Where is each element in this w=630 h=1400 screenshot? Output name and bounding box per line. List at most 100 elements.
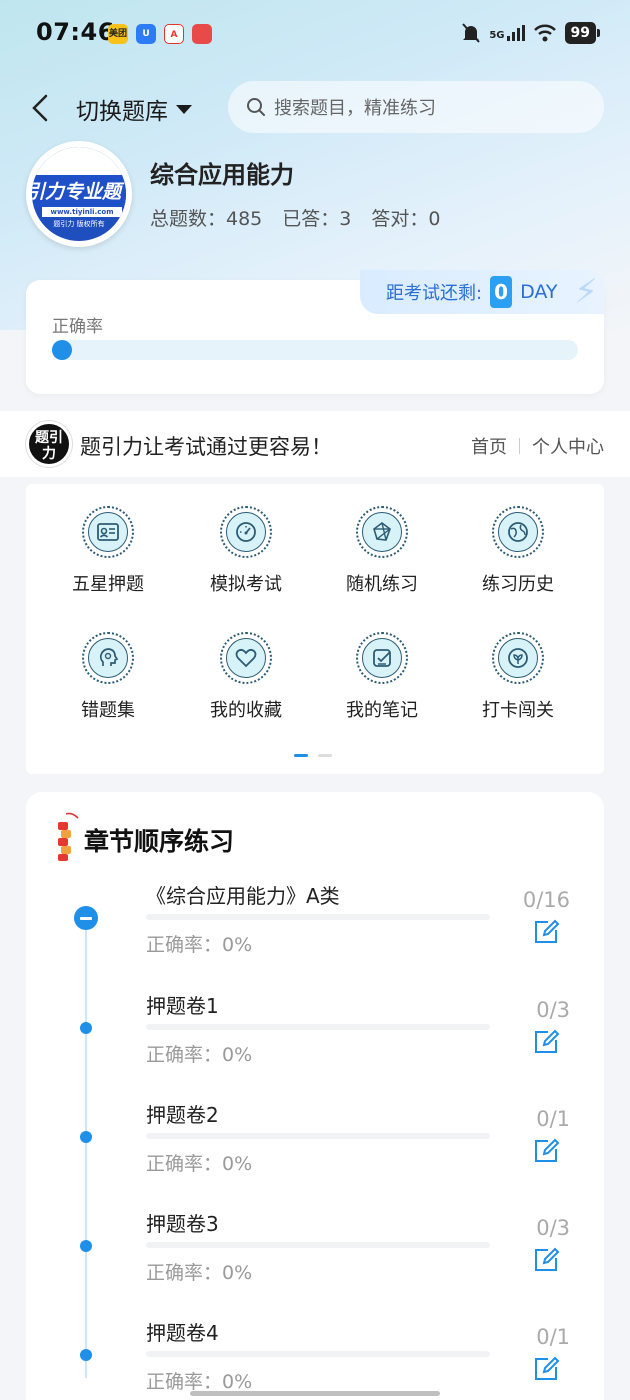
chapter-name: 押题卷1 — [146, 994, 219, 1018]
favorites-button[interactable]: 我的收藏 — [186, 632, 306, 722]
chapter-item[interactable]: 押题卷2 正确率：0% 0/1 — [26, 1095, 604, 1195]
timeline-dot — [80, 1131, 92, 1143]
chapter-item[interactable]: 押题卷4 正确率：0% 0/1 — [26, 1313, 604, 1400]
id-card-icon — [97, 523, 119, 541]
total-questions: 总题数：485 — [150, 208, 263, 230]
accuracy-progress-knob — [52, 340, 72, 360]
chapter-progress-bar — [146, 1242, 490, 1248]
correct-count: 答对：0 — [371, 208, 441, 230]
wrong-questions-label: 错题集 — [81, 700, 135, 721]
chapter-progress-bar — [146, 1133, 490, 1139]
wifi-icon — [533, 24, 556, 42]
lightning-icon: ⚡ — [574, 272, 598, 312]
notes-button[interactable]: 我的笔记 — [322, 632, 442, 722]
leaf-icon — [508, 648, 528, 668]
days-remaining: 0 — [490, 276, 513, 308]
chapter-accuracy: 正确率：0% — [146, 1371, 253, 1393]
practice-history-button[interactable]: 练习历史 — [458, 506, 578, 596]
chapter-name: 押题卷4 — [146, 1321, 219, 1345]
timeline-dot — [80, 1022, 92, 1034]
back-button[interactable] — [24, 88, 60, 128]
day-unit: DAY — [520, 281, 558, 303]
chapter-name: 押题卷3 — [146, 1212, 219, 1236]
favorites-label: 我的收藏 — [210, 700, 282, 721]
switch-bank-label: 切换题库 — [76, 99, 168, 125]
edit-icon[interactable] — [532, 918, 560, 946]
wrong-questions-button[interactable]: 错题集 — [48, 632, 168, 722]
practice-history-label: 练习历史 — [482, 574, 554, 595]
chapter-progress-bar — [146, 1351, 490, 1357]
edit-icon[interactable] — [532, 1355, 560, 1383]
mock-exam-label: 模拟考试 — [210, 574, 282, 595]
random-practice-label: 随机练习 — [346, 574, 418, 595]
exam-countdown-label: 距考试还剩: — [386, 283, 483, 304]
five-star-label: 五星押题 — [72, 574, 144, 595]
chapter-accuracy: 正确率：0% — [146, 1044, 253, 1066]
globe-icon — [508, 522, 528, 542]
slogan-bar: 题引力 题引力让考试通过更容易！ 首页 个人中心 — [0, 411, 630, 477]
mock-exam-button[interactable]: 模拟考试 — [186, 506, 306, 596]
slogan-text: 题引力让考试通过更容易！ — [80, 435, 332, 459]
search-icon — [247, 98, 265, 116]
home-link[interactable]: 首页 — [471, 433, 507, 459]
notes-label: 我的笔记 — [346, 700, 418, 721]
chapter-progress-bar — [146, 914, 490, 920]
bank-stats: 总题数：485 已答：3 答对：0 — [150, 204, 440, 231]
chapter-item[interactable]: 《综合应用能力》A类 正确率：0% 0/16 — [26, 876, 604, 976]
profile-center-link[interactable]: 个人中心 — [532, 433, 604, 459]
edit-icon[interactable] — [532, 1137, 560, 1165]
edit-icon[interactable] — [532, 1028, 560, 1056]
head-icon — [99, 648, 119, 666]
status-bar: 07:46 美团 U A 5G 99 — [0, 0, 630, 68]
check-in-label: 打卡闯关 — [482, 700, 554, 721]
home-indicator[interactable] — [190, 1391, 440, 1396]
answered-count: 已答：3 — [282, 208, 352, 230]
timeline-dot — [80, 1240, 92, 1252]
chevron-left-icon — [32, 94, 48, 122]
page-dot-active — [294, 754, 308, 757]
search-bar[interactable]: 搜索题目，精准练习 — [228, 81, 604, 133]
chapter-item[interactable]: 押题卷3 正确率：0% 0/3 — [26, 1204, 604, 1304]
timeline-dot — [80, 1349, 92, 1361]
chapter-section-title: 章节顺序练习 — [84, 827, 235, 856]
check-in-button[interactable]: 打卡闯关 — [458, 632, 578, 722]
five-star-button[interactable]: 五星押题 — [48, 506, 168, 596]
network-type: 5G — [489, 30, 505, 41]
a-app-icon: A — [164, 24, 184, 44]
chapter-accuracy: 正确率：0% — [146, 1262, 253, 1284]
random-practice-button[interactable]: 随机练习 — [322, 506, 442, 596]
search-placeholder: 搜索题目，精准练习 — [274, 98, 436, 119]
u-app-icon: U — [136, 24, 156, 44]
red-app-icon — [192, 24, 212, 44]
mute-bell-icon — [462, 23, 481, 43]
meituan-app-icon: 美团 — [108, 24, 128, 44]
firecracker-icon — [58, 812, 79, 861]
function-grid: 五星押题 模拟考试 随机练习 练习历史 错题集 我的收藏 我的笔记 打卡闯关 — [26, 484, 604, 774]
network-icon — [373, 522, 391, 541]
switch-bank-dropdown[interactable]: 切换题库 — [76, 92, 192, 126]
avatar-copyright: 题引力 版权所有 — [53, 220, 105, 228]
accuracy-label: 正确率 — [52, 317, 103, 337]
battery-indicator: 99 — [564, 22, 601, 44]
speedometer-icon — [236, 522, 256, 542]
link-divider — [519, 438, 520, 454]
chapter-progress-bar — [146, 1024, 490, 1030]
chapter-item[interactable]: 押题卷1 正确率：0% 0/3 — [26, 986, 604, 1086]
page-dot — [318, 754, 332, 757]
chapter-count: 0/1 — [536, 1107, 570, 1131]
brand-logo: 题引力 — [26, 421, 72, 467]
chapter-name: 押题卷2 — [146, 1103, 219, 1127]
page-indicator — [294, 754, 332, 757]
accuracy-progress-bar — [52, 340, 578, 360]
note-icon — [373, 649, 391, 667]
avatar-logo-text: 引力专业题 — [32, 175, 126, 209]
collapse-node-icon[interactable] — [74, 906, 98, 930]
chapter-practice-card: 章节顺序练习 《综合应用能力》A类 正确率：0% 0/16 押题卷1 正确率：0… — [26, 792, 604, 1400]
chapter-count: 0/1 — [536, 1325, 570, 1349]
chapter-count: 0/3 — [536, 1216, 570, 1240]
edit-icon[interactable] — [532, 1246, 560, 1274]
chapter-count: 0/3 — [536, 998, 570, 1022]
bank-avatar: 引力专业题 www.tiyinli.com 题引力 版权所有 — [26, 141, 132, 247]
signal-icon — [506, 25, 525, 41]
chapter-accuracy: 正确率：0% — [146, 934, 253, 956]
